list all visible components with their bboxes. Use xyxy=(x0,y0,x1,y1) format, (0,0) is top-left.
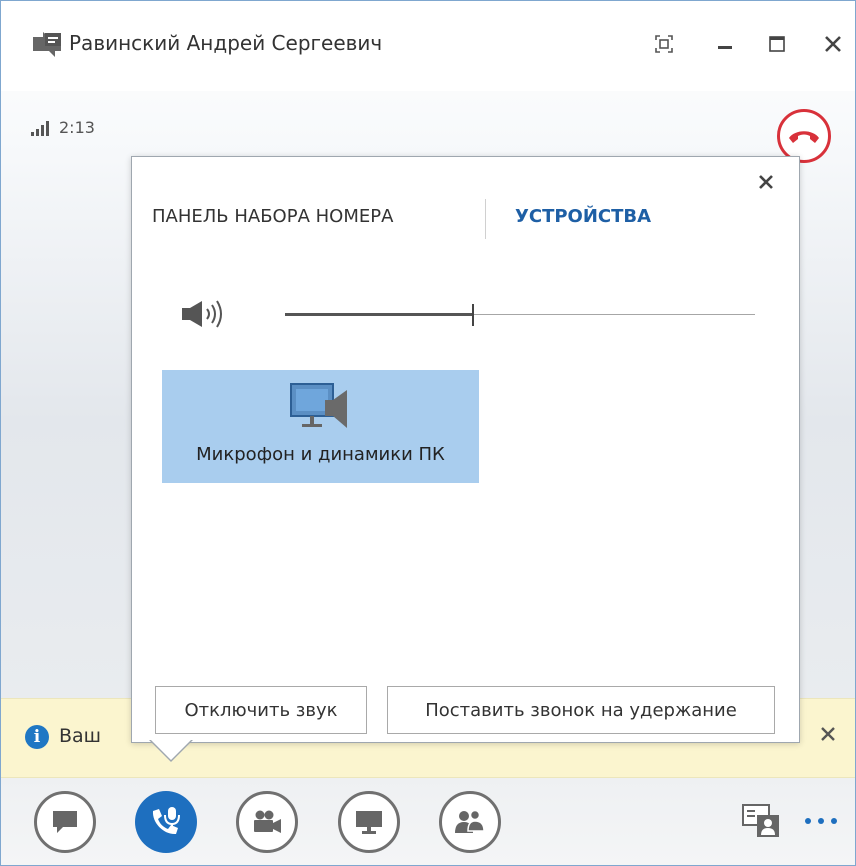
device-pc-mic-speakers[interactable]: Микрофон и динамики ПК xyxy=(162,370,479,483)
pc-speaker-icon xyxy=(290,383,347,428)
popup-pointer-fill xyxy=(150,739,192,760)
tab-devices[interactable]: УСТРОЙСТВА xyxy=(515,206,651,227)
more-dot-icon xyxy=(805,818,811,824)
notification-close-button[interactable] xyxy=(811,719,845,753)
more-dot-icon xyxy=(831,818,837,824)
maximize-icon xyxy=(769,36,785,52)
hang-up-phone-icon xyxy=(789,131,819,143)
contact-card-button[interactable] xyxy=(741,801,781,841)
popup-close-button[interactable] xyxy=(752,169,780,197)
more-options-button[interactable] xyxy=(796,809,846,833)
tab-dial-pad[interactable]: ПАНЕЛЬ НАБОРА НОМЕРА xyxy=(152,206,393,227)
monitor-icon xyxy=(356,811,382,834)
call-controls-popup: ПАНЕЛЬ НАБОРА НОМЕРА УСТРОЙСТВА Микрофон… xyxy=(131,156,800,743)
close-window-button[interactable] xyxy=(818,29,848,59)
call-status: 2:13 xyxy=(31,120,95,136)
volume-slider-fill xyxy=(285,313,473,316)
minimize-icon xyxy=(718,46,732,49)
conversation-window: Равинский Андрей Сергеевич 2:13 i Ваш ПА… xyxy=(0,0,856,866)
volume-slider-thumb[interactable] xyxy=(472,304,474,326)
call-controls-button[interactable] xyxy=(135,791,197,853)
signal-strength-icon xyxy=(31,120,49,136)
im-button[interactable] xyxy=(34,791,96,853)
conversation-icon xyxy=(33,32,61,57)
more-dot-icon xyxy=(818,818,824,824)
close-icon xyxy=(821,727,835,741)
close-icon xyxy=(759,175,773,189)
notification-text: Ваш xyxy=(59,725,102,747)
window-title: Равинский Андрей Сергеевич xyxy=(69,31,383,55)
speaker-volume-icon xyxy=(182,300,222,328)
minimize-button[interactable] xyxy=(710,29,740,59)
contact-card-icon xyxy=(742,804,779,837)
volume-slider[interactable] xyxy=(285,302,755,328)
maximize-button[interactable] xyxy=(762,29,792,59)
present-button[interactable] xyxy=(338,791,400,853)
mute-button[interactable]: Отключить звук xyxy=(155,686,367,734)
hang-up-button[interactable] xyxy=(777,109,831,163)
tab-divider xyxy=(485,199,486,239)
participants-button[interactable] xyxy=(439,791,501,853)
fullscreen-icon xyxy=(655,35,673,53)
title-bar: Равинский Андрей Сергеевич xyxy=(1,1,855,91)
phone-mic-icon xyxy=(152,807,180,835)
fullscreen-button[interactable] xyxy=(649,29,679,59)
video-button[interactable] xyxy=(236,791,298,853)
info-icon: i xyxy=(25,725,49,749)
call-duration: 2:13 xyxy=(59,118,95,137)
close-icon xyxy=(825,36,841,52)
hold-call-button[interactable]: Поставить звонок на удержание xyxy=(387,686,775,734)
speech-bubble-icon xyxy=(53,811,77,833)
device-label: Микрофон и динамики ПК xyxy=(196,444,445,465)
video-camera-icon xyxy=(254,810,281,833)
people-icon xyxy=(455,809,485,833)
